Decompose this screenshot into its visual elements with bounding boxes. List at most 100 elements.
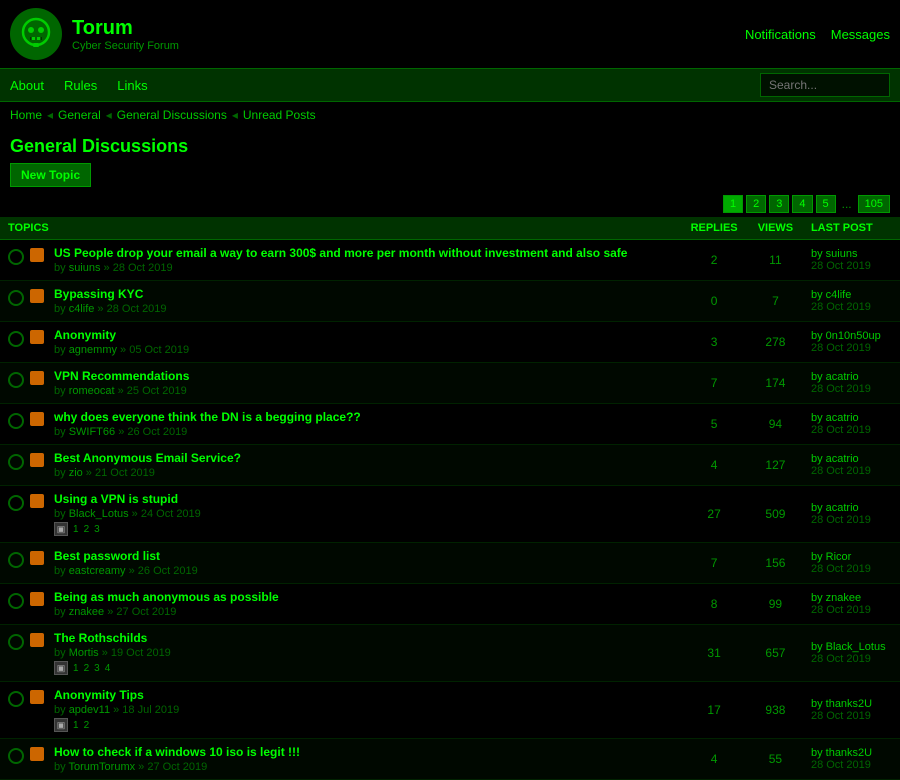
sub-page-link[interactable]: 4 (105, 663, 111, 674)
page-1[interactable]: 1 (723, 195, 743, 213)
last-post-user-link[interactable]: Black_Lotus (826, 641, 886, 653)
topic-title-link[interactable]: Anonymity (54, 328, 189, 342)
topic-title-link[interactable]: VPN Recommendations (54, 369, 189, 383)
messages-link[interactable]: Messages (831, 27, 890, 42)
topic-info: The Rothschilds by Mortis » 19 Oct 2019 … (54, 631, 171, 675)
last-post-user-link[interactable]: suiuns (826, 248, 858, 260)
topic-cell-inner: Being as much anonymous as possible by z… (8, 590, 672, 618)
topic-title-link[interactable]: Being as much anonymous as possible (54, 590, 279, 604)
nav-links: About Rules Links (10, 78, 148, 93)
topic-author-link[interactable]: romeocat (69, 385, 115, 397)
breadcrumb-general-discussions[interactable]: General Discussions (117, 108, 227, 122)
breadcrumb-home[interactable]: Home (10, 108, 42, 122)
topic-author-link[interactable]: Black_Lotus (69, 508, 129, 520)
last-post-user-link[interactable]: acatrio (826, 502, 859, 514)
last-post-user-link[interactable]: thanks2U (826, 747, 872, 759)
nav-about[interactable]: About (10, 78, 44, 93)
topic-author-link[interactable]: suiuns (69, 262, 101, 274)
table-row: US People drop your email a way to earn … (0, 240, 900, 281)
topic-replies: 0 (680, 281, 748, 322)
sub-page-link[interactable]: 2 (84, 720, 90, 731)
topic-read-icon (8, 413, 24, 429)
topic-title-link[interactable]: Using a VPN is stupid (54, 492, 201, 506)
nav-rules[interactable]: Rules (64, 78, 97, 93)
breadcrumb: Home ◂ General ◂ General Discussions ◂ U… (0, 102, 900, 128)
breadcrumb-general[interactable]: General (58, 108, 101, 122)
topic-author-link[interactable]: zio (69, 467, 83, 479)
topic-type-icon (30, 289, 44, 303)
topic-meta: by eastcreamy » 26 Oct 2019 (54, 565, 198, 577)
topic-title-link[interactable]: US People drop your email a way to earn … (54, 246, 627, 260)
topic-title-link[interactable]: The Rothschilds (54, 631, 171, 645)
pages-icon: ▣ (54, 718, 68, 732)
topic-meta: by agnemmy » 05 Oct 2019 (54, 344, 189, 356)
last-post-user-link[interactable]: c4life (826, 289, 852, 301)
topic-replies: 31 (680, 625, 748, 682)
search-input[interactable] (760, 73, 890, 97)
breadcrumb-unread[interactable]: Unread Posts (243, 108, 316, 122)
sub-page-link[interactable]: 1 (73, 524, 79, 535)
topic-cell-inner: Anonymity by agnemmy » 05 Oct 2019 (8, 328, 672, 356)
sub-page-link[interactable]: 2 (84, 524, 90, 535)
topic-title-link[interactable]: why does everyone think the DN is a begg… (54, 410, 361, 424)
page-2[interactable]: 2 (746, 195, 766, 213)
topic-views: 55 (748, 739, 803, 780)
page-5[interactable]: 5 (816, 195, 836, 213)
topic-author-link[interactable]: znakee (69, 606, 104, 618)
last-post-date: 28 Oct 2019 (811, 383, 871, 395)
topic-title-link[interactable]: How to check if a windows 10 iso is legi… (54, 745, 300, 759)
topic-meta: by SWIFT66 » 26 Oct 2019 (54, 426, 361, 438)
topic-read-icon (8, 552, 24, 568)
topic-cell: Being as much anonymous as possible by z… (0, 584, 680, 625)
topic-title-link[interactable]: Anonymity Tips (54, 688, 179, 702)
page-105[interactable]: 105 (858, 195, 890, 213)
notifications-link[interactable]: Notifications (745, 27, 816, 42)
topic-cell-inner: VPN Recommendations by romeocat » 25 Oct… (8, 369, 672, 397)
topic-replies: 8 (680, 584, 748, 625)
topic-cell: Best Anonymous Email Service? by zio » 2… (0, 445, 680, 486)
pagination: 1 2 3 4 5 ... 105 (0, 191, 900, 217)
page-3[interactable]: 3 (769, 195, 789, 213)
topic-type-icon (30, 248, 44, 262)
sub-page-link[interactable]: 1 (73, 720, 79, 731)
topic-info: Bypassing KYC by c4life » 28 Oct 2019 (54, 287, 167, 315)
topic-title-link[interactable]: Best Anonymous Email Service? (54, 451, 241, 465)
last-post-date: 28 Oct 2019 (811, 424, 871, 436)
table-row: Best Anonymous Email Service? by zio » 2… (0, 445, 900, 486)
topic-author-link[interactable]: agnemmy (69, 344, 117, 356)
table-row: Anonymity Tips by apdev11 » 18 Jul 2019 … (0, 682, 900, 739)
topic-replies: 4 (680, 445, 748, 486)
last-post-user-link[interactable]: acatrio (826, 371, 859, 383)
nav-links[interactable]: Links (117, 78, 147, 93)
sub-page-link[interactable]: 3 (94, 663, 100, 674)
last-post-user-link[interactable]: Ricor (826, 551, 852, 563)
sub-page-link[interactable]: 2 (84, 663, 90, 674)
topic-author-link[interactable]: c4life (69, 303, 95, 315)
topic-author-link[interactable]: SWIFT66 (69, 426, 115, 438)
last-post-user-link[interactable]: thanks2U (826, 698, 872, 710)
topic-last-post: by suiuns28 Oct 2019 (803, 240, 900, 281)
topic-author-link[interactable]: TorumTorumx (68, 761, 135, 773)
topic-title-link[interactable]: Bypassing KYC (54, 287, 167, 301)
topic-meta: by TorumTorumx » 27 Oct 2019 (54, 761, 300, 773)
last-post-user: by Ricor (811, 551, 851, 563)
table-header: TOPICS REPLIES VIEWS LAST POST (0, 217, 900, 240)
last-post-user: by znakee (811, 592, 861, 604)
table-row: Being as much anonymous as possible by z… (0, 584, 900, 625)
last-post-user-link[interactable]: acatrio (826, 453, 859, 465)
topic-cell-inner: The Rothschilds by Mortis » 19 Oct 2019 … (8, 631, 672, 675)
table-row: The Rothschilds by Mortis » 19 Oct 2019 … (0, 625, 900, 682)
topic-author-link[interactable]: eastcreamy (69, 565, 126, 577)
last-post-user-link[interactable]: acatrio (826, 412, 859, 424)
last-post-user-link[interactable]: znakee (826, 592, 861, 604)
topic-last-post: by 0n10n50up28 Oct 2019 (803, 322, 900, 363)
new-topic-button[interactable]: New Topic (10, 163, 91, 187)
last-post-user-link[interactable]: 0n10n50up (826, 330, 881, 342)
topic-title-link[interactable]: Best password list (54, 549, 198, 563)
topic-author-link[interactable]: Mortis (69, 647, 99, 659)
sub-page-link[interactable]: 3 (94, 524, 100, 535)
page-4[interactable]: 4 (792, 195, 812, 213)
sub-page-link[interactable]: 1 (73, 663, 79, 674)
topic-author-link[interactable]: apdev11 (69, 704, 110, 716)
last-post-user: by suiuns (811, 248, 857, 260)
